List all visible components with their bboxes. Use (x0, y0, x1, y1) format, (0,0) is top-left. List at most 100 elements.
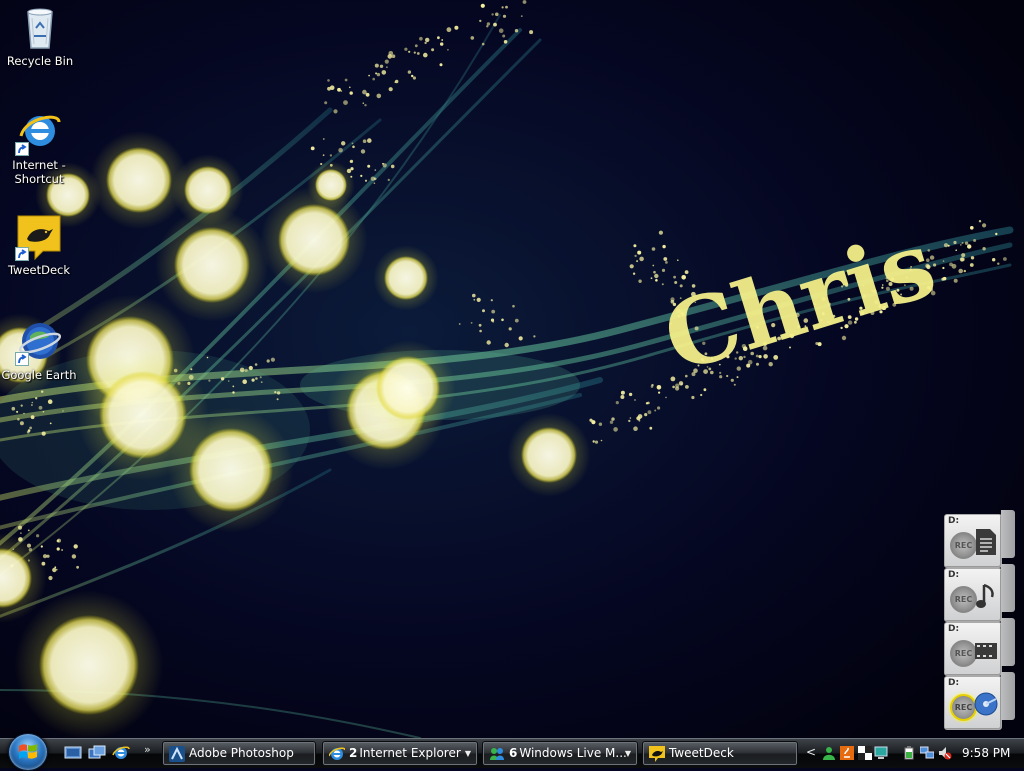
sparkle (255, 377, 258, 380)
rec-button[interactable]: REC (950, 694, 977, 721)
sparkle (343, 100, 348, 105)
sparkle (441, 39, 444, 41)
sparkle (670, 376, 676, 382)
sparkle (628, 392, 633, 397)
battery-icon[interactable] (902, 746, 916, 760)
rec-cube-documents[interactable]: D: REC (944, 514, 1002, 568)
sparkle (942, 260, 945, 262)
messenger-status-icon[interactable] (822, 746, 836, 760)
shortcut-arrow-icon (15, 142, 29, 156)
rec-cube-music[interactable]: D: REC (944, 568, 1002, 622)
sparkle (36, 534, 40, 538)
sparkle (227, 380, 230, 382)
sparkle (598, 422, 603, 426)
rec-button[interactable]: REC (950, 640, 977, 667)
recycle-bin[interactable]: Recycle Bin (1, 4, 79, 68)
sparkle (629, 417, 632, 419)
internet-explorer-shortcut[interactable]: Internet - Shortcut (0, 108, 78, 186)
sparkle (673, 275, 676, 279)
sparkle (349, 159, 354, 163)
sparkle (647, 410, 652, 415)
show-desktop-icon[interactable] (64, 745, 82, 761)
sparkle (505, 5, 508, 9)
sparkle (23, 412, 25, 415)
quick-launch-more-button[interactable]: » (144, 743, 151, 756)
tray-expand-button[interactable]: < (806, 745, 816, 759)
volume-muted-icon[interactable] (938, 746, 952, 760)
task-tweetdeck[interactable]: TweetDeck (642, 741, 798, 766)
clock[interactable]: 9:58 PM (962, 746, 1010, 760)
sparkle (959, 244, 962, 246)
sparkle (498, 28, 504, 33)
sparkle (958, 268, 963, 274)
sparkle (54, 566, 57, 569)
sparkle (276, 398, 279, 401)
cube-side (1001, 672, 1015, 720)
sparkle (40, 545, 43, 548)
recycle-bin-icon (16, 4, 64, 52)
internet-explorer-icon (329, 747, 345, 760)
sparkle (41, 431, 46, 436)
sparkle (349, 86, 351, 89)
rec-cube-gadget: D: REC D: REC D: REC D: REC (940, 508, 1016, 732)
sparkle (327, 79, 330, 82)
java-icon[interactable] (840, 746, 854, 760)
sparkle (529, 30, 534, 35)
sparkle (675, 383, 680, 388)
switch-windows-icon[interactable] (88, 745, 106, 761)
network-icon[interactable] (874, 746, 888, 760)
sparkle (31, 404, 33, 406)
sparkle (27, 529, 30, 532)
sparkle (344, 78, 348, 82)
task-label: Adobe Photoshop (189, 746, 294, 760)
sparkle (611, 417, 615, 421)
start-button[interactable] (8, 733, 48, 771)
sparkle (329, 85, 335, 90)
sparkle (943, 276, 947, 281)
sparkle (476, 297, 481, 302)
rec-cube-video[interactable]: D: REC (944, 622, 1002, 676)
sparkle (56, 547, 60, 551)
sparkle (654, 273, 659, 279)
sparkle (390, 164, 395, 169)
sparkle (665, 261, 668, 264)
sparkle (964, 241, 969, 245)
sparkle (486, 340, 491, 345)
sparkle (933, 263, 937, 267)
sparkle (969, 263, 974, 267)
chevron-down-icon[interactable]: ▼ (465, 742, 471, 765)
chevron-down-icon[interactable]: ▼ (625, 742, 631, 765)
google-earth-shortcut[interactable]: Google Earth (0, 318, 78, 382)
sparkle (963, 269, 966, 273)
sparkle (360, 149, 366, 154)
bokeh-orb (189, 428, 273, 512)
desktop-wallpaper: Chris (0, 0, 1024, 738)
task-internet-explorer[interactable]: 2 Internet Explorer ▼ (322, 741, 478, 766)
network-connection-icon[interactable] (920, 746, 934, 760)
sparkle (423, 52, 428, 58)
rec-button[interactable]: REC (950, 586, 977, 613)
sparkle (995, 232, 998, 236)
bokeh-orb (106, 147, 172, 213)
internet-explorer-label: Internet - Shortcut (12, 158, 66, 186)
windows-logo-icon (19, 744, 37, 759)
sparkle (56, 539, 60, 543)
task-adobe-photoshop[interactable]: Adobe Photoshop (162, 741, 316, 766)
sparkle (17, 418, 20, 421)
rec-cube-disc[interactable]: D: REC (944, 676, 1002, 730)
sparkle (633, 426, 638, 432)
internet-explorer-icon[interactable] (112, 745, 130, 761)
sparkle (42, 410, 45, 413)
sparkle (982, 247, 986, 251)
task-windows-live-messenger[interactable]: 6 Windows Live M... ▼ (482, 741, 638, 766)
sparkle (352, 145, 355, 149)
sparkle (274, 391, 277, 394)
task-label: Windows Live M... (519, 746, 627, 760)
tweetdeck-shortcut[interactable]: TweetDeck (0, 213, 78, 277)
sparkle (482, 309, 485, 313)
sparkle (514, 29, 519, 33)
rec-button[interactable]: REC (950, 532, 977, 559)
sparkle (501, 318, 504, 322)
display-icon[interactable] (858, 746, 872, 760)
sparkle (652, 264, 655, 267)
